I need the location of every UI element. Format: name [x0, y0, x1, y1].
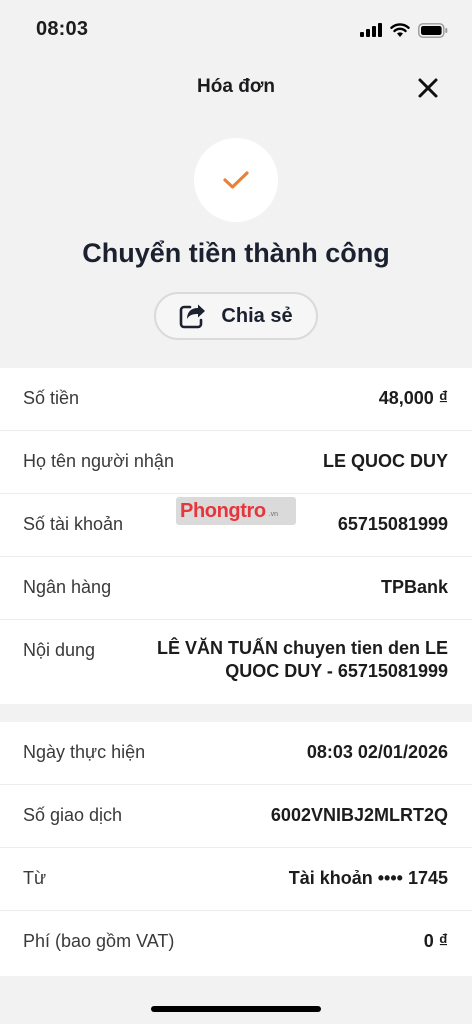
transaction-label: Phí (bao gồm VAT) — [23, 931, 175, 951]
detail-row-bank: Ngân hàng TPBank — [0, 557, 472, 620]
detail-row-content: Nội dung LÊ VĂN TUẤN chuyen tien den LE … — [0, 620, 472, 704]
detail-row-amount: Số tiền 48,000 ₫ — [0, 368, 472, 431]
close-icon[interactable] — [414, 74, 442, 102]
status-icons — [360, 20, 448, 40]
transaction-label: Từ — [23, 868, 47, 888]
transaction-value: Tài khoản •••• 1745 — [288, 868, 448, 888]
share-icon — [180, 304, 206, 329]
detail-value: 48,000 ₫ — [378, 388, 448, 408]
watermark-text: Phongtro — [180, 499, 266, 522]
transaction-row-from: Từ Tài khoản •••• 1745 — [0, 848, 472, 911]
detail-value: LÊ VĂN TUẤN chuyen tien den LE QUOC DUY … — [156, 638, 448, 681]
detail-label: Nội dung — [23, 640, 96, 660]
share-label: Chia sẻ — [221, 304, 293, 327]
wifi-icon — [390, 22, 410, 37]
home-indicator[interactable] — [151, 1006, 321, 1012]
page-title: Hóa đơn — [197, 76, 275, 97]
transaction-value: 08:03 02/01/2026 — [306, 742, 448, 762]
detail-value: 65715081999 — [337, 514, 448, 534]
transaction-label: Ngày thực hiện — [23, 742, 146, 762]
detail-label: Số tiền — [23, 388, 80, 408]
transfer-details-card: Số tiền 48,000 ₫ Họ tên người nhận LE QU… — [0, 368, 472, 704]
share-button[interactable]: Chia sẻ — [154, 292, 318, 340]
checkmark-icon — [223, 171, 249, 189]
watermark-suffix: .vn — [268, 510, 279, 518]
transaction-row-date: Ngày thực hiện 08:03 02/01/2026 — [0, 722, 472, 785]
detail-label: Ngân hàng — [23, 577, 112, 597]
battery-icon — [418, 22, 448, 38]
detail-value: LE QUOC DUY — [322, 451, 448, 471]
detail-label: Họ tên người nhận — [23, 451, 174, 471]
success-title: Chuyển tiền thành công — [82, 238, 390, 268]
detail-row-recipient: Họ tên người nhận LE QUOC DUY — [0, 431, 472, 494]
transaction-row-id: Số giao dịch 6002VNIBJ2MLRT2Q — [0, 785, 472, 848]
signal-icon — [360, 23, 382, 37]
watermark-logo: Phongtro .vn — [176, 497, 296, 525]
detail-value: TPBank — [380, 577, 448, 597]
success-badge — [194, 138, 278, 222]
header: Hóa đơn — [0, 66, 472, 110]
status-bar: 08:03 — [0, 0, 472, 56]
status-time: 08:03 — [36, 18, 89, 40]
detail-label: Số tài khoản — [23, 514, 124, 534]
transaction-info-card: Ngày thực hiện 08:03 02/01/2026 Số giao … — [0, 722, 472, 976]
transaction-row-fee: Phí (bao gồm VAT) 0 ₫ — [0, 911, 472, 974]
transaction-value: 6002VNIBJ2MLRT2Q — [270, 805, 448, 825]
transaction-value: 0 ₫ — [423, 931, 448, 951]
transaction-label: Số giao dịch — [23, 805, 123, 825]
